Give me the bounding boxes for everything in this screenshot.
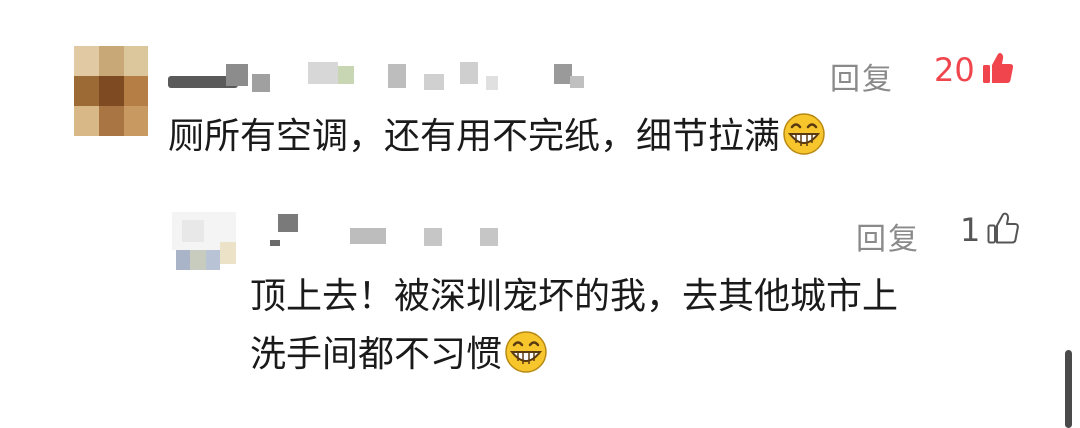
scrollbar[interactable]	[1065, 350, 1072, 428]
like-button[interactable]: 20	[934, 50, 1015, 90]
comment-text-line2-wrap: 洗手间都不习惯	[250, 326, 898, 392]
grinning-emoji	[504, 330, 548, 392]
reply-button[interactable]: 回复	[830, 54, 894, 98]
like-button[interactable]: 1	[960, 210, 1020, 250]
comment-2-reply: 回复 1 顶上去！被深圳宠坏的我，去其他城市上 洗手间都不习惯	[0, 200, 1080, 428]
comment-text-line2: 洗手间都不习惯	[250, 334, 503, 375]
like-count: 1	[960, 211, 981, 249]
grinning-emoji	[782, 112, 826, 174]
username-blurred	[250, 214, 510, 250]
avatar[interactable]	[172, 212, 236, 270]
username-blurred	[168, 60, 588, 96]
comment-text-line1: 顶上去！被深圳宠坏的我，去其他城市上	[250, 276, 899, 317]
like-count: 20	[934, 51, 975, 89]
reply-button[interactable]: 回复	[856, 214, 920, 258]
thumbs-up-filled-icon	[981, 51, 1015, 89]
avatar[interactable]	[74, 46, 148, 136]
comment-text: 厕所有空调，还有用不完纸，细节拉满	[168, 108, 826, 174]
thumbs-up-outline-icon	[986, 211, 1020, 249]
comment-text-content: 厕所有空调，还有用不完纸，细节拉满	[168, 116, 781, 157]
comment-text: 顶上去！被深圳宠坏的我，去其他城市上 洗手间都不习惯	[250, 268, 898, 392]
comment-1: 回复 20 厕所有空调，还有用不完纸，细节拉满	[0, 0, 1080, 200]
